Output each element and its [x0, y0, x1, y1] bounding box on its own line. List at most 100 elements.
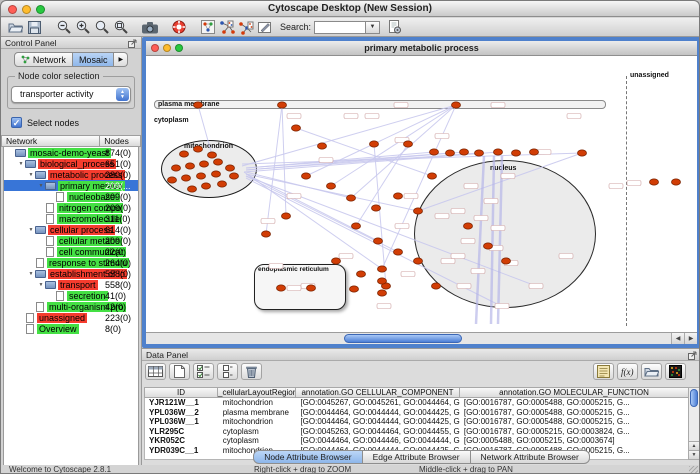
vizmap-network-icon[interactable]	[217, 19, 236, 35]
disclosure-triangle-icon[interactable]: ▼	[27, 227, 35, 233]
network-node[interactable]	[168, 177, 177, 183]
attribute-matrix-icon[interactable]	[665, 363, 686, 380]
tab-node-attribute-browser[interactable]: Node Attribute Browser	[253, 450, 362, 464]
select-nodes-checkbox[interactable]: ✓	[11, 117, 22, 128]
network-node[interactable]	[460, 149, 469, 155]
network-edge[interactable]	[246, 153, 479, 170]
network-edge[interactable]	[498, 156, 502, 324]
table-row[interactable]: YPL036W__1mitochondrion[GO:0044464, GO:0…	[145, 417, 688, 427]
network-node[interactable]	[370, 141, 379, 147]
network-node[interactable]	[302, 173, 311, 179]
tree-row-overview[interactable]: Overview8(0)	[4, 323, 139, 334]
node-color-dropdown[interactable]: transporter activity ▲▼	[11, 86, 131, 103]
network-node[interactable]	[212, 171, 221, 177]
attribute-grid-icon[interactable]	[145, 363, 166, 380]
network-node[interactable]	[578, 150, 587, 156]
network-node[interactable]	[318, 143, 327, 149]
tree-row-mosaic-demo-yeast[interactable]: mosaic-demo-yeast874(0)	[4, 147, 139, 158]
network-node[interactable]	[180, 151, 189, 157]
save-icon[interactable]	[25, 19, 44, 35]
scroll-left-icon[interactable]: ◀	[671, 333, 684, 344]
unselect-attributes-icon[interactable]	[217, 363, 238, 380]
tree-row-macromolecule[interactable]: macromolecule311(0)	[4, 213, 139, 224]
network-node[interactable]	[357, 271, 366, 277]
network-node[interactable]	[200, 161, 209, 167]
network-node[interactable]	[277, 285, 286, 291]
network-edge[interactable]	[296, 128, 432, 176]
tree-row-cellular-process[interactable]: ▼cellular process614(0)	[4, 224, 139, 235]
tree-header-nodes[interactable]: Nodes	[100, 135, 141, 147]
tree-row-nucleobase-[interactable]: nucleobase-209(0)	[4, 191, 139, 202]
network-node[interactable]	[672, 179, 681, 185]
network-node[interactable]	[230, 173, 239, 179]
network-node[interactable]	[650, 179, 659, 185]
zoom-out-icon[interactable]	[54, 19, 73, 35]
column-header[interactable]: ID	[144, 387, 218, 398]
network-node[interactable]	[475, 150, 484, 156]
tree-row-cell-communicat[interactable]: cell communicat22(0)	[4, 246, 139, 257]
disclosure-triangle-icon[interactable]: ▼	[37, 183, 45, 189]
search-input[interactable]	[314, 21, 366, 34]
float-panel-icon[interactable]	[128, 39, 137, 48]
help-ring-icon[interactable]	[169, 19, 188, 35]
tree-row-multi-organism-pro[interactable]: multi-organism pro42(0)	[4, 301, 139, 312]
tree-row-response-to-stimulu[interactable]: response to stimulu264(0)	[4, 257, 139, 268]
tree-row-nitrogen-compo[interactable]: nitrogen compo209(0)	[4, 202, 139, 213]
vscroll-thumb[interactable]	[690, 389, 698, 407]
network-node[interactable]	[332, 258, 341, 264]
network-node[interactable]	[352, 223, 361, 229]
table-row[interactable]: YKR052Ccytoplasm[GO:0044464, GO:0044446,…	[145, 436, 688, 446]
network-node[interactable]	[214, 159, 223, 165]
network-node[interactable]	[278, 102, 287, 108]
tree-row-metabolic-process[interactable]: ▼metabolic process280(0)	[4, 169, 139, 180]
network-node[interactable]	[404, 141, 413, 147]
zoom-fit-icon[interactable]	[92, 19, 111, 35]
new-attribute-icon[interactable]	[169, 363, 190, 380]
tab-mosaic[interactable]: Mosaic	[73, 52, 115, 67]
disclosure-triangle-icon[interactable]: ▼	[37, 282, 45, 288]
network-node[interactable]	[188, 186, 197, 192]
resize-grip[interactable]	[689, 466, 698, 474]
tree-row-unassigned[interactable]: unassigned223(0)	[4, 312, 139, 323]
network-node[interactable]	[432, 283, 441, 289]
network-view-titlebar[interactable]: primary metabolic process	[146, 41, 697, 56]
network-node[interactable]	[512, 150, 521, 156]
network-node[interactable]	[194, 146, 203, 152]
column-header[interactable]: annotation.GO CELLULAR_COMPONENT	[296, 387, 460, 398]
network-node[interactable]	[182, 175, 191, 181]
table-row[interactable]: YJR121W__1mitochondrion[GO:0045267, GO:0…	[145, 398, 688, 408]
column-header[interactable]: annotation.GO MOLECULAR_FUNCTION	[460, 387, 689, 398]
network-node[interactable]	[378, 278, 387, 284]
network-node[interactable]	[502, 258, 511, 264]
canvas-horizontal-scrollbar[interactable]: ◀ ▶	[146, 332, 697, 344]
network-node[interactable]	[428, 173, 437, 179]
tree-header-network[interactable]: Network	[1, 135, 100, 147]
network-node[interactable]	[484, 243, 493, 249]
network-node[interactable]	[430, 149, 439, 155]
network-edge[interactable]	[306, 105, 456, 176]
network-node[interactable]	[218, 181, 227, 187]
open-file-icon[interactable]	[6, 19, 25, 35]
table-row[interactable]: YLR295Ccytoplasm[GO:0045263, GO:0044464,…	[145, 427, 688, 437]
edit-network-icon[interactable]	[236, 19, 255, 35]
network-canvas[interactable]: plasma membrane cytoplasm mitochondrion …	[146, 56, 697, 332]
network-node[interactable]	[194, 102, 203, 108]
scroll-up-icon[interactable]: ▲	[689, 441, 699, 450]
zoom-selected-region-icon[interactable]	[111, 19, 130, 35]
disclosure-triangle-icon[interactable]: ▼	[17, 161, 25, 167]
scroll-right-icon[interactable]: ▶	[684, 333, 697, 344]
network-node[interactable]	[226, 165, 235, 171]
disclosure-triangle-icon[interactable]: ▼	[27, 172, 35, 178]
attribute-page-icon[interactable]	[385, 19, 404, 35]
network-node[interactable]	[394, 249, 403, 255]
network-node[interactable]	[327, 183, 336, 189]
network-node[interactable]	[307, 285, 316, 291]
import-attributes-icon[interactable]	[641, 363, 662, 380]
network-edge[interactable]	[476, 156, 484, 324]
hscroll-thumb[interactable]	[344, 334, 462, 343]
table-row[interactable]: YPL036W__2plasma membrane[GO:0044464, GO…	[145, 408, 688, 418]
network-node[interactable]	[394, 193, 403, 199]
network-node[interactable]	[378, 266, 387, 272]
network-node[interactable]	[282, 213, 291, 219]
network-node[interactable]	[186, 163, 195, 169]
